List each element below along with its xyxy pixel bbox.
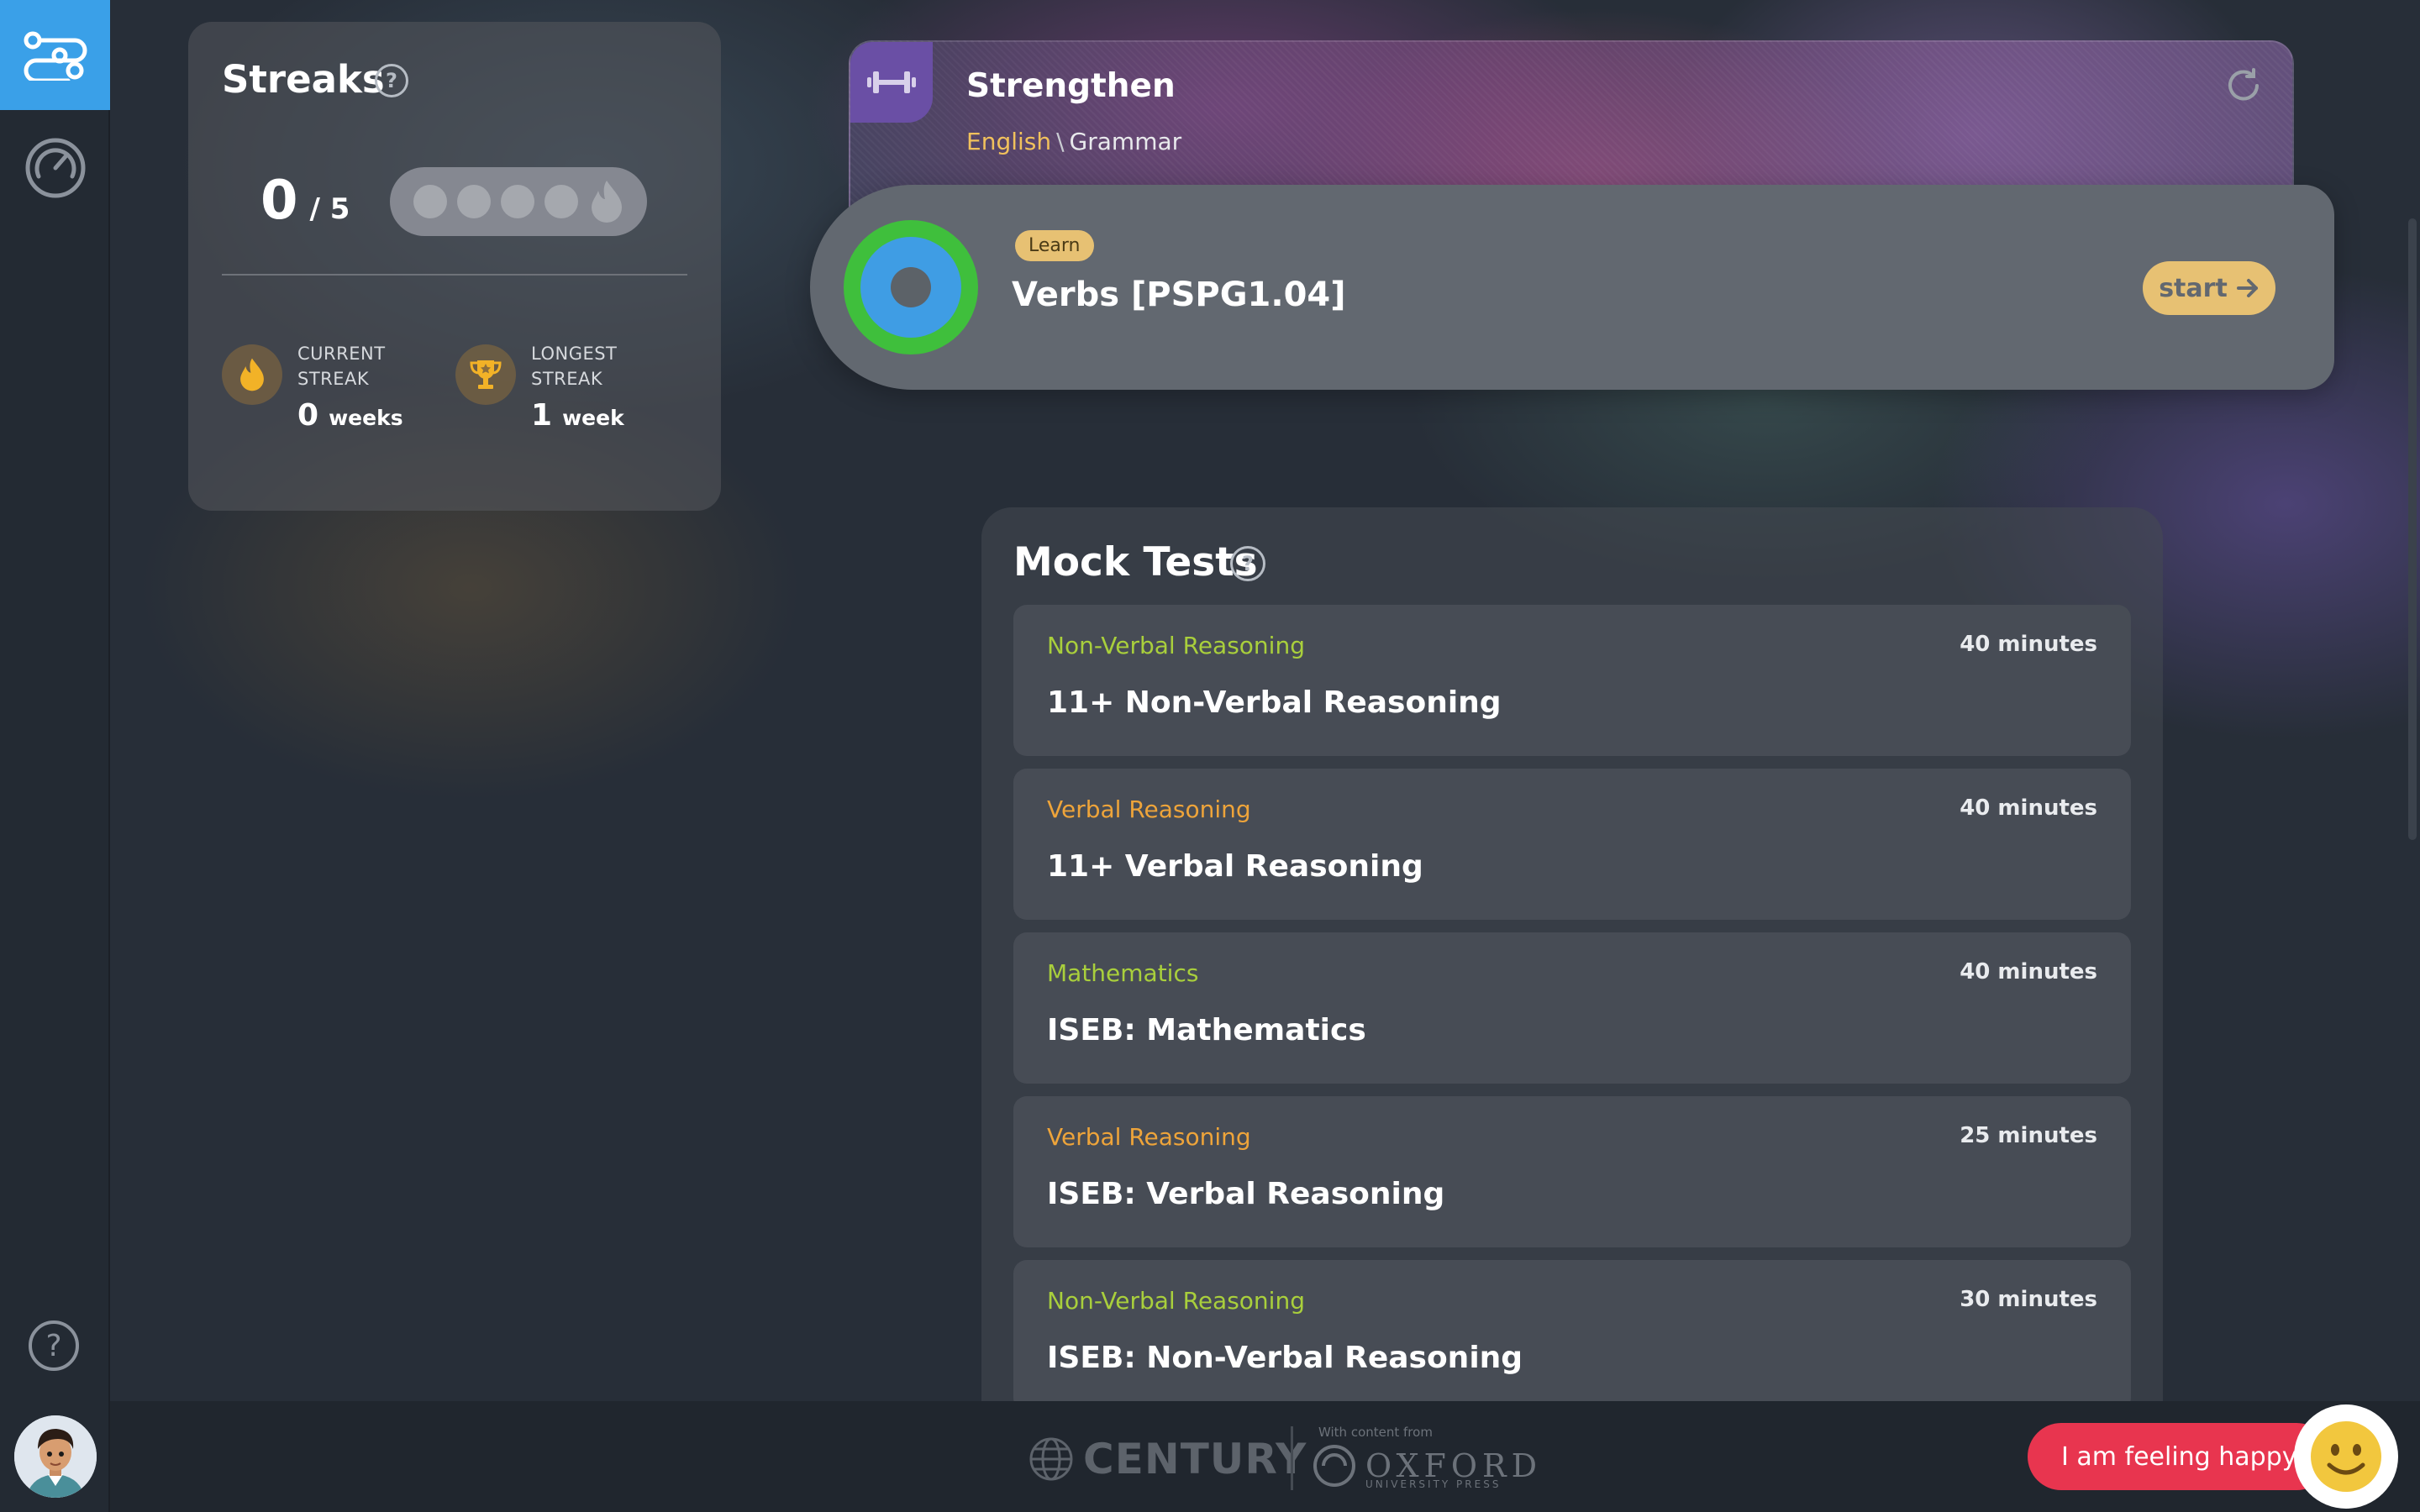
content-from-label: With content from <box>1318 1425 1433 1440</box>
oxford-emblem-icon <box>1313 1445 1355 1487</box>
left-sidebar: ? <box>0 0 110 1512</box>
mock-test-duration: 30 minutes <box>1960 1287 2097 1312</box>
sidebar-item-dashboard[interactable] <box>0 113 110 223</box>
mock-test-item[interactable]: Verbal Reasoning 25 minutes ISEB: Verbal… <box>1013 1096 2131 1247</box>
streak-current-count: 0 <box>260 170 298 232</box>
mock-tests-help-icon[interactable]: ? <box>1230 546 1265 581</box>
mock-test-duration: 40 minutes <box>1960 795 2097 821</box>
learn-badge: Learn <box>1015 230 1094 261</box>
mood-button[interactable]: I am feeling happy <box>2028 1423 2330 1490</box>
current-streak-label: CURRENT STREAK <box>297 344 386 389</box>
page-scrollbar[interactable] <box>2408 218 2417 840</box>
start-button[interactable]: start <box>2143 261 2275 315</box>
streak-pip <box>457 185 491 218</box>
mood-label: I am feeling happy <box>2061 1441 2297 1472</box>
mock-test-item[interactable]: Verbal Reasoning 40 minutes 11+ Verbal R… <box>1013 769 2131 920</box>
mock-test-subject: Verbal Reasoning <box>1047 1123 1251 1151</box>
breadcrumb-topic: Grammar <box>1069 128 1182 155</box>
mock-test-name: 11+ Verbal Reasoning <box>1047 849 1423 884</box>
sidebar-item-learning-path[interactable] <box>0 0 110 110</box>
mock-test-subject: Non-Verbal Reasoning <box>1047 1287 1305 1315</box>
streaks-help-icon[interactable]: ? <box>375 64 408 97</box>
longest-streak-trophy-icon <box>455 344 516 405</box>
breadcrumb-separator: \ <box>1056 128 1065 155</box>
footer-divider <box>1291 1426 1293 1490</box>
streaks-divider <box>222 274 687 276</box>
longest-streak-label: LONGEST STREAK <box>531 344 618 389</box>
streak-pip <box>501 185 534 218</box>
longest-streak-value: 1 week <box>531 398 624 433</box>
breadcrumb: English \ Grammar <box>966 128 1181 155</box>
dumbbell-icon <box>850 42 933 123</box>
streak-score: 0 / 5 <box>260 170 350 232</box>
streaks-title: Streaks <box>222 57 385 102</box>
current-streak-flame-icon <box>222 344 282 405</box>
mock-tests-title: Mock Tests <box>1013 539 1258 585</box>
mock-test-duration: 40 minutes <box>1960 632 2097 657</box>
mock-test-item[interactable]: Non-Verbal Reasoning 30 minutes ISEB: No… <box>1013 1260 2131 1411</box>
mock-test-name: 11+ Non-Verbal Reasoning <box>1047 685 1502 720</box>
oxford-subtitle: UNIVERSITY PRESS <box>1365 1478 1502 1490</box>
century-logo: CENTURY <box>1028 1435 1307 1483</box>
start-label: start <box>2159 273 2228 303</box>
nugget-title: Verbs [PSPG1.04] <box>1012 276 1346 314</box>
mock-test-duration: 40 minutes <box>1960 959 2097 984</box>
learn-nugget-row[interactable]: Learn Verbs [PSPG1.04] start <box>810 185 2334 390</box>
strengthen-title: Strengthen <box>966 67 1176 105</box>
streak-pip <box>413 185 447 218</box>
refresh-icon[interactable] <box>2225 67 2264 106</box>
nugget-progress-ring <box>844 220 978 354</box>
learning-path-icon <box>24 31 87 81</box>
mock-test-item[interactable]: Mathematics 40 minutes ISEB: Mathematics <box>1013 932 2131 1084</box>
mock-test-name: ISEB: Verbal Reasoning <box>1047 1177 1445 1211</box>
current-streak-value: 0 weeks <box>297 398 403 433</box>
breadcrumb-subject: English <box>966 128 1052 155</box>
century-globe-icon <box>1029 1437 1073 1481</box>
oxford-logo: OXFORD UNIVERSITY PRESS <box>1312 1443 1542 1490</box>
mock-test-name: ISEB: Non-Verbal Reasoning <box>1047 1341 1523 1375</box>
mock-test-subject: Verbal Reasoning <box>1047 795 1251 823</box>
mock-test-item[interactable]: Non-Verbal Reasoning 40 minutes 11+ Non-… <box>1013 605 2131 756</box>
avatar[interactable] <box>14 1415 97 1498</box>
mock-tests-card: Mock Tests ? Non-Verbal Reasoning 40 min… <box>981 507 2163 1431</box>
mock-test-subject: Non-Verbal Reasoning <box>1047 632 1305 659</box>
mock-test-subject: Mathematics <box>1047 959 1199 987</box>
century-wordmark: CENTURY <box>1083 1435 1307 1483</box>
mock-test-name: ISEB: Mathematics <box>1047 1013 1366 1047</box>
happy-face-icon[interactable] <box>2294 1404 2398 1509</box>
streak-goal: / 5 <box>309 192 350 226</box>
dashboard-gauge-icon <box>25 138 85 197</box>
flame-icon <box>592 181 622 223</box>
help-icon[interactable]: ? <box>29 1320 79 1371</box>
strengthen-card: Strengthen English \ Grammar <box>849 40 2294 208</box>
streak-pip <box>544 185 578 218</box>
mock-test-duration: 25 minutes <box>1960 1123 2097 1148</box>
streaks-card: Streaks ? 0 / 5 CURRENT STREAK 0 weeks L… <box>188 22 721 511</box>
arrow-right-icon <box>2236 279 2258 297</box>
streak-progress-pips <box>390 167 647 236</box>
